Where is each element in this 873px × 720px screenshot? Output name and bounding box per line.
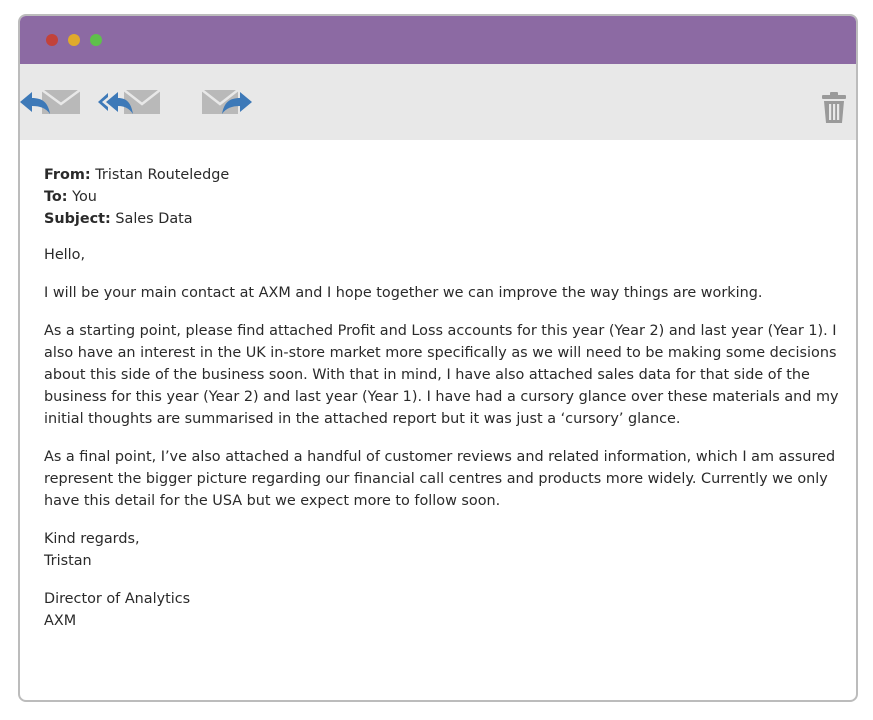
to-label: To: bbox=[44, 189, 68, 205]
from-label: From: bbox=[44, 167, 91, 183]
close-window-button[interactable] bbox=[46, 34, 58, 46]
email-window: From: Tristan Routeledge To: You Subject… bbox=[18, 14, 858, 702]
signature-title: Director of Analytics bbox=[44, 591, 191, 607]
email-headers: From: Tristan Routeledge To: You Subject… bbox=[44, 164, 844, 230]
trash-icon[interactable] bbox=[821, 92, 847, 124]
title-bar bbox=[20, 16, 856, 64]
email-toolbar bbox=[20, 64, 856, 140]
signature-block: Director of Analytics AXM bbox=[44, 588, 844, 632]
signature-name: Tristan bbox=[44, 553, 92, 569]
signature-company: AXM bbox=[44, 613, 77, 629]
subject-label: Subject: bbox=[44, 211, 111, 227]
paragraph-1: I will be your main contact at AXM and I… bbox=[44, 285, 763, 301]
minimize-window-button[interactable] bbox=[68, 34, 80, 46]
closing-block: Kind regards, Tristan bbox=[44, 528, 844, 572]
from-value: Tristan Routeledge bbox=[95, 167, 230, 183]
paragraph-2: As a starting point, please find attache… bbox=[44, 323, 839, 427]
email-body: From: Tristan Routeledge To: You Subject… bbox=[44, 164, 844, 648]
greeting: Hello, bbox=[44, 247, 86, 263]
forward-icon[interactable] bbox=[200, 86, 252, 120]
reply-all-icon[interactable] bbox=[98, 86, 162, 120]
maximize-window-button[interactable] bbox=[90, 34, 102, 46]
from-line: From: Tristan Routeledge bbox=[44, 164, 844, 186]
closing: Kind regards, bbox=[44, 531, 140, 547]
to-value: You bbox=[72, 189, 97, 205]
reply-icon[interactable] bbox=[20, 86, 84, 120]
subject-value: Sales Data bbox=[115, 211, 193, 227]
to-line: To: You bbox=[44, 186, 844, 208]
paragraph-3: As a final point, I’ve also attached a h… bbox=[44, 449, 836, 509]
subject-line: Subject: Sales Data bbox=[44, 208, 844, 230]
